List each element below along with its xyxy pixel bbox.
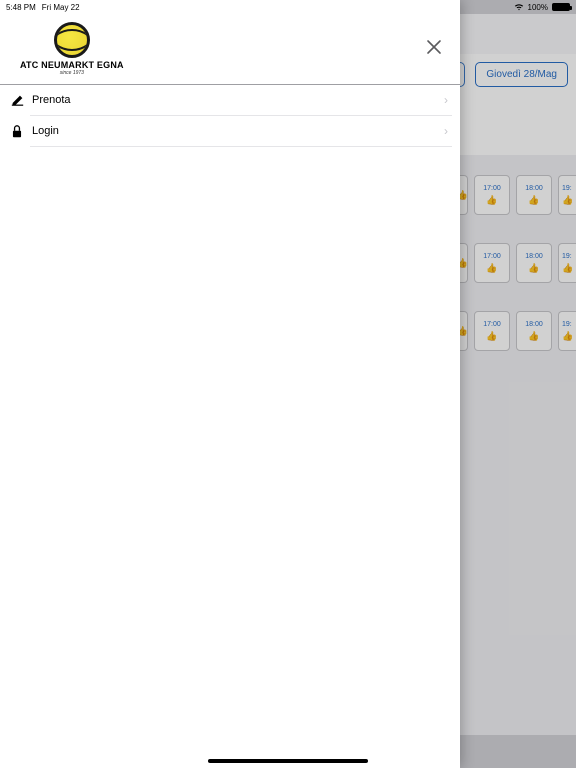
slot-time-label: 17:00 <box>483 321 501 328</box>
slot-time-label: 19: <box>562 321 572 328</box>
time-slot-edge[interactable]: 19: 👍 <box>558 243 576 283</box>
app-logo: ATC NEUMARKT EGNA since 1973 <box>20 22 124 76</box>
time-slot[interactable]: 18:00 👍 <box>516 243 552 283</box>
chevron-right-icon: › <box>444 93 448 107</box>
slot-time-label: 19: <box>562 185 572 192</box>
status-date: Fri May 22 <box>42 3 80 12</box>
time-slot[interactable]: 17:00 👍 <box>474 175 510 215</box>
thumbs-up-icon: 👍 <box>562 195 573 206</box>
thumbs-up-icon: 👍 <box>528 263 539 274</box>
time-slot[interactable]: 17:00 👍 <box>474 311 510 351</box>
slot-time-label: 17:00 <box>483 253 501 260</box>
time-slot[interactable]: 18:00 👍 <box>516 175 552 215</box>
slot-time-label: 19: <box>562 253 572 260</box>
thumbs-up-icon: 👍 <box>562 331 573 342</box>
time-slot[interactable]: 17:00 👍 <box>474 243 510 283</box>
status-bar-left: 5:48 PM Fri May 22 <box>0 0 460 14</box>
battery-percent: 100% <box>528 3 548 12</box>
thumbs-up-icon: 👍 <box>528 331 539 342</box>
menu-label: Prenota <box>32 94 432 106</box>
close-icon <box>426 39 442 55</box>
home-indicator[interactable] <box>208 759 368 763</box>
logo-title: ATC NEUMARKT EGNA <box>20 60 124 70</box>
time-slot[interactable]: 18:00 👍 <box>516 311 552 351</box>
status-time: 5:48 PM <box>6 3 36 12</box>
edit-icon <box>8 94 26 107</box>
logo-subtitle: since 1973 <box>60 70 84 76</box>
menu-item-prenota[interactable]: Prenota › <box>30 85 452 116</box>
thumbs-up-icon: 👍 <box>486 263 497 274</box>
time-slot-edge[interactable]: 19: 👍 <box>558 175 576 215</box>
date-tab[interactable]: Giovedì 28/Mag <box>475 62 568 87</box>
menu-label: Login <box>32 125 432 137</box>
slot-time-label: 18:00 <box>525 185 543 192</box>
navigation-drawer: 5:48 PM Fri May 22 ATC NEUMARKT EGNA sin… <box>0 0 460 768</box>
close-button[interactable] <box>422 34 446 65</box>
chevron-right-icon: › <box>444 124 448 138</box>
thumbs-up-icon: 👍 <box>486 195 497 206</box>
thumbs-up-icon: 👍 <box>528 195 539 206</box>
slot-time-label: 17:00 <box>483 185 501 192</box>
time-slot-edge[interactable]: 19: 👍 <box>558 311 576 351</box>
thumbs-up-icon: 👍 <box>562 263 573 274</box>
battery-icon <box>552 3 570 11</box>
drawer-menu: Prenota › Login › <box>0 85 460 147</box>
menu-item-login[interactable]: Login › <box>30 116 452 147</box>
drawer-header: ATC NEUMARKT EGNA since 1973 <box>0 14 460 85</box>
wifi-icon <box>514 3 524 11</box>
tennis-ball-icon <box>54 22 90 58</box>
lock-icon <box>8 125 26 138</box>
thumbs-up-icon: 👍 <box>486 331 497 342</box>
slot-time-label: 18:00 <box>525 321 543 328</box>
slot-time-label: 18:00 <box>525 253 543 260</box>
